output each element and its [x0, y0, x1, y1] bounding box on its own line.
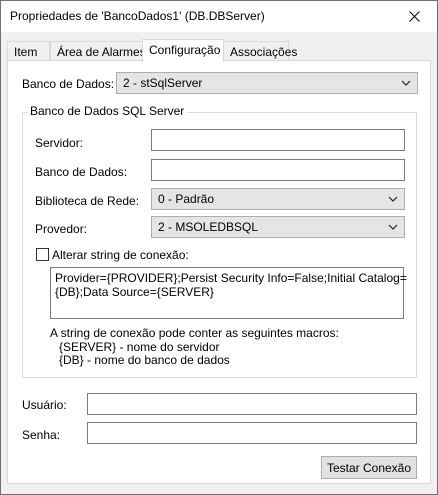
provider-value: 2 - MSOLEDBSQL — [158, 220, 259, 234]
title-bar: Propriedades de 'BancoDados1' (DB.DBServ… — [1, 1, 437, 32]
close-button[interactable] — [391, 1, 437, 32]
provider-select[interactable]: 2 - MSOLEDBSQL — [151, 216, 405, 238]
user-input[interactable] — [87, 393, 417, 415]
alter-connstring-label: Alterar string de conexão: — [52, 248, 189, 262]
tab-configuration[interactable]: Configuração — [142, 39, 224, 62]
connstring-line-2: {DB};Data Source={SERVER} — [55, 285, 214, 299]
server-input[interactable] — [151, 129, 405, 151]
configuration-panel: Banco de Dados: 2 - stSqlServer Banco de… — [7, 60, 431, 484]
tab-configuration-label: Configuração — [149, 43, 221, 57]
test-connection-button[interactable]: Testar Conexão — [321, 456, 417, 479]
connection-string-textarea[interactable]: Provider={PROVIDER};Persist Security Inf… — [50, 267, 407, 319]
connstring-line-1: Provider={PROVIDER};Persist Security Inf… — [55, 271, 407, 285]
macro-db-help: {DB} - nome do banco de dados — [59, 353, 230, 367]
chevron-down-icon — [388, 224, 398, 230]
server-label: Servidor: — [35, 136, 84, 150]
database-input[interactable] — [151, 159, 405, 181]
password-label: Senha: — [22, 428, 61, 442]
user-label: Usuário: — [22, 398, 67, 412]
tab-item-label: Item — [14, 45, 38, 59]
window-title: Propriedades de 'BancoDados1' (DB.DBServ… — [10, 9, 265, 23]
netlib-select[interactable]: 0 - Padrão — [151, 188, 405, 210]
db-type-select[interactable]: 2 - stSqlServer — [116, 72, 418, 94]
provider-label: Provedor: — [35, 222, 88, 236]
chevron-down-icon — [401, 80, 411, 86]
db-type-value: 2 - stSqlServer — [123, 76, 203, 90]
tab-item[interactable]: Item — [7, 41, 50, 61]
tab-associations[interactable]: Associações — [223, 41, 297, 61]
tab-associations-label: Associações — [230, 45, 298, 59]
macros-intro: A string de conexão pode conter as segui… — [50, 326, 339, 340]
close-icon — [408, 11, 420, 22]
sql-server-group-title: Banco de Dados SQL Server — [27, 104, 188, 118]
db-type-label: Banco de Dados: — [22, 77, 115, 91]
netlib-value: 0 - Padrão — [158, 192, 215, 206]
macro-server-help: {SERVER} - nome do servidor — [59, 340, 220, 354]
chevron-down-icon — [388, 196, 398, 202]
password-input[interactable] — [87, 422, 417, 444]
tab-alarm-area[interactable]: Área de Alarmes — [50, 41, 146, 61]
test-connection-label: Testar Conexão — [326, 461, 412, 475]
properties-dialog: Propriedades de 'BancoDados1' (DB.DBServ… — [0, 0, 438, 495]
tab-alarm-area-label: Área de Alarmes — [57, 45, 146, 59]
database-label: Banco de Dados: — [35, 165, 128, 179]
alter-connstring-checkbox[interactable] — [36, 248, 49, 261]
netlib-label: Biblioteca de Rede: — [35, 194, 140, 208]
